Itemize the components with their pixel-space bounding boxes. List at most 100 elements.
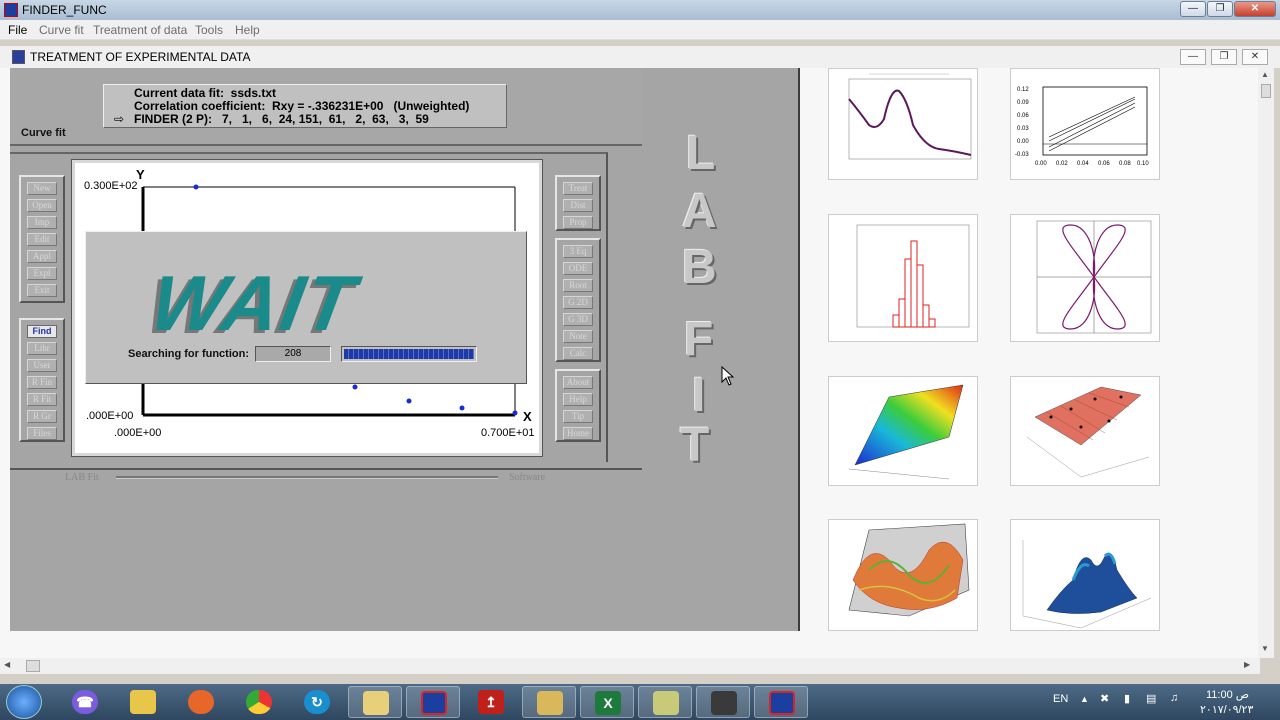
about-button[interactable]: About <box>563 376 593 389</box>
spectrum-plot-thumbnail[interactable] <box>828 68 978 180</box>
menu-help[interactable]: Help <box>235 23 260 37</box>
x-min-label: .000E+00 <box>114 427 162 439</box>
progress-fill <box>344 349 474 359</box>
viber-icon: ☎ <box>72 690 98 714</box>
distribution-button[interactable]: Dist <box>563 199 593 212</box>
file-button-group: New Open Imp Edit Appl Expl Exit <box>19 175 65 303</box>
bottom-panel <box>10 468 642 631</box>
taskbar-paint[interactable] <box>638 686 692 718</box>
x-tick: 0.08 <box>1119 161 1131 167</box>
explore-button[interactable]: Expl <box>27 267 57 280</box>
root-button[interactable]: Root <box>563 279 593 292</box>
clock-date[interactable]: ٢٠١٧/٠٩/٢٣ <box>1200 703 1253 716</box>
y-tick: -0.03 <box>1015 152 1029 158</box>
apply-button[interactable]: Appl <box>27 250 57 263</box>
propagation-button[interactable]: Prop <box>563 216 593 229</box>
find-button[interactable]: Find <box>27 325 57 338</box>
edit-button[interactable]: Edit <box>27 233 57 246</box>
ode-button[interactable]: ODE <box>563 262 593 275</box>
start-button[interactable] <box>6 685 42 719</box>
function-counter: 208 <box>255 346 331 362</box>
clock-time[interactable]: 11:00 ص <box>1206 688 1249 701</box>
minimize-button[interactable]: — <box>1180 1 1206 17</box>
taskbar-sync-app[interactable]: ↻ <box>290 686 344 718</box>
vertical-scrollbar[interactable]: ▲ ▼ <box>1258 68 1274 658</box>
tip-button[interactable]: Tip <box>563 410 593 423</box>
battery-icon[interactable]: ▮ <box>1124 692 1130 705</box>
user-button[interactable]: User <box>27 359 57 372</box>
horizontal-scrollbar[interactable]: ◀ ▶ <box>0 658 1260 674</box>
scroll-up-icon[interactable]: ▲ <box>1261 70 1269 79</box>
app-title: FINDER_FUNC <box>22 3 107 17</box>
taskbar-camera[interactable] <box>696 686 750 718</box>
menu-file[interactable]: File <box>8 23 27 37</box>
taskbar-labfit-1[interactable] <box>406 686 460 718</box>
arrow-right-icon: ⇨ <box>114 112 125 126</box>
menu-curve-fit[interactable]: Curve fit <box>39 23 84 37</box>
home-button[interactable]: Home <box>563 427 593 440</box>
taskbar-excel[interactable]: X <box>580 686 634 718</box>
labfit-icon <box>421 691 447 715</box>
taskbar-firefox[interactable] <box>174 686 228 718</box>
bottom-right-label: Software <box>509 472 546 483</box>
peaks-plot-thumbnail[interactable] <box>1010 519 1160 631</box>
scroll-down-icon[interactable]: ▼ <box>1261 644 1269 653</box>
taskbar-file-explorer[interactable] <box>522 686 576 718</box>
results-find-button[interactable]: R Fin <box>27 376 57 389</box>
three-equations-button[interactable]: 3 Eq <box>563 245 593 258</box>
color-surface-plot-thumbnail[interactable] <box>828 376 978 486</box>
graph-3d-button[interactable]: G 3D <box>563 313 593 326</box>
wire-surface-plot-thumbnail[interactable] <box>828 519 978 631</box>
x-tick: 0.10 <box>1137 161 1149 167</box>
language-indicator[interactable]: EN <box>1053 693 1068 705</box>
maximize-button[interactable]: ❐ <box>1207 1 1233 17</box>
taskbar-labfit-2[interactable] <box>754 686 808 718</box>
data-point <box>193 184 199 190</box>
results-graph-button[interactable]: R Gr <box>27 410 57 423</box>
bottom-divider <box>116 476 498 479</box>
library-button[interactable]: Libr <box>27 342 57 355</box>
taskbar-viber[interactable]: ☎ <box>58 686 112 718</box>
taskbar-explorer-folder[interactable] <box>348 686 402 718</box>
close-button[interactable]: ✕ <box>1234 1 1276 17</box>
vertical-scroll-thumb[interactable] <box>1261 84 1271 98</box>
network-x-icon[interactable]: ✖ <box>1100 692 1109 705</box>
sync-icon: ↻ <box>304 690 330 714</box>
mouse-cursor-icon <box>721 366 735 386</box>
child-close-button[interactable]: ✕ <box>1242 49 1268 65</box>
new-button[interactable]: New <box>27 182 57 195</box>
scroll-left-icon[interactable]: ◀ <box>4 660 10 669</box>
horizontal-scroll-thumb[interactable] <box>26 660 40 672</box>
import-button[interactable]: Imp <box>27 216 57 229</box>
files-button[interactable]: Files <box>27 427 57 440</box>
fit-surface-plot-thumbnail[interactable] <box>1010 376 1160 486</box>
menu-tools[interactable]: Tools <box>195 23 223 37</box>
child-restore-button[interactable]: ❐ <box>1211 49 1237 65</box>
taskbar-acrobat[interactable]: ↥ <box>464 686 518 718</box>
y-tick: 0.09 <box>1017 100 1029 106</box>
volume-icon[interactable]: ♫ <box>1170 692 1178 704</box>
data-point <box>512 410 518 416</box>
show-hidden-icons-icon[interactable]: ▲ <box>1080 694 1089 704</box>
folder-icon <box>363 691 389 715</box>
logo-letter: F <box>684 313 714 366</box>
app-title-bar: FINDER_FUNC — ❐ ✕ <box>0 0 1280 20</box>
linear-fits-plot-thumbnail[interactable]: 0.12 0.09 0.06 0.03 0.00 -0.03 0.00 0.02… <box>1010 68 1160 180</box>
menu-treatment-of-data[interactable]: Treatment of data <box>93 23 187 37</box>
note-button[interactable]: Note <box>563 330 593 343</box>
child-minimize-button[interactable]: — <box>1180 49 1206 65</box>
signal-icon[interactable]: ▤ <box>1146 692 1156 705</box>
calculator-button[interactable]: Calc <box>563 347 593 360</box>
treat-button[interactable]: Treat <box>563 182 593 195</box>
taskbar-notes[interactable] <box>116 686 170 718</box>
help-button[interactable]: Help <box>563 393 593 406</box>
graph-2d-button[interactable]: G 2D <box>563 296 593 309</box>
scroll-right-icon[interactable]: ▶ <box>1244 660 1250 669</box>
polar-plot-thumbnail[interactable] <box>1010 214 1160 342</box>
exit-button[interactable]: Exit <box>27 284 57 297</box>
x-tick: 0.06 <box>1098 161 1110 167</box>
histogram-plot-thumbnail[interactable] <box>828 214 978 342</box>
taskbar-chrome[interactable] <box>232 686 286 718</box>
open-button[interactable]: Open <box>27 199 57 212</box>
results-fit-button[interactable]: R Fit <box>27 393 57 406</box>
